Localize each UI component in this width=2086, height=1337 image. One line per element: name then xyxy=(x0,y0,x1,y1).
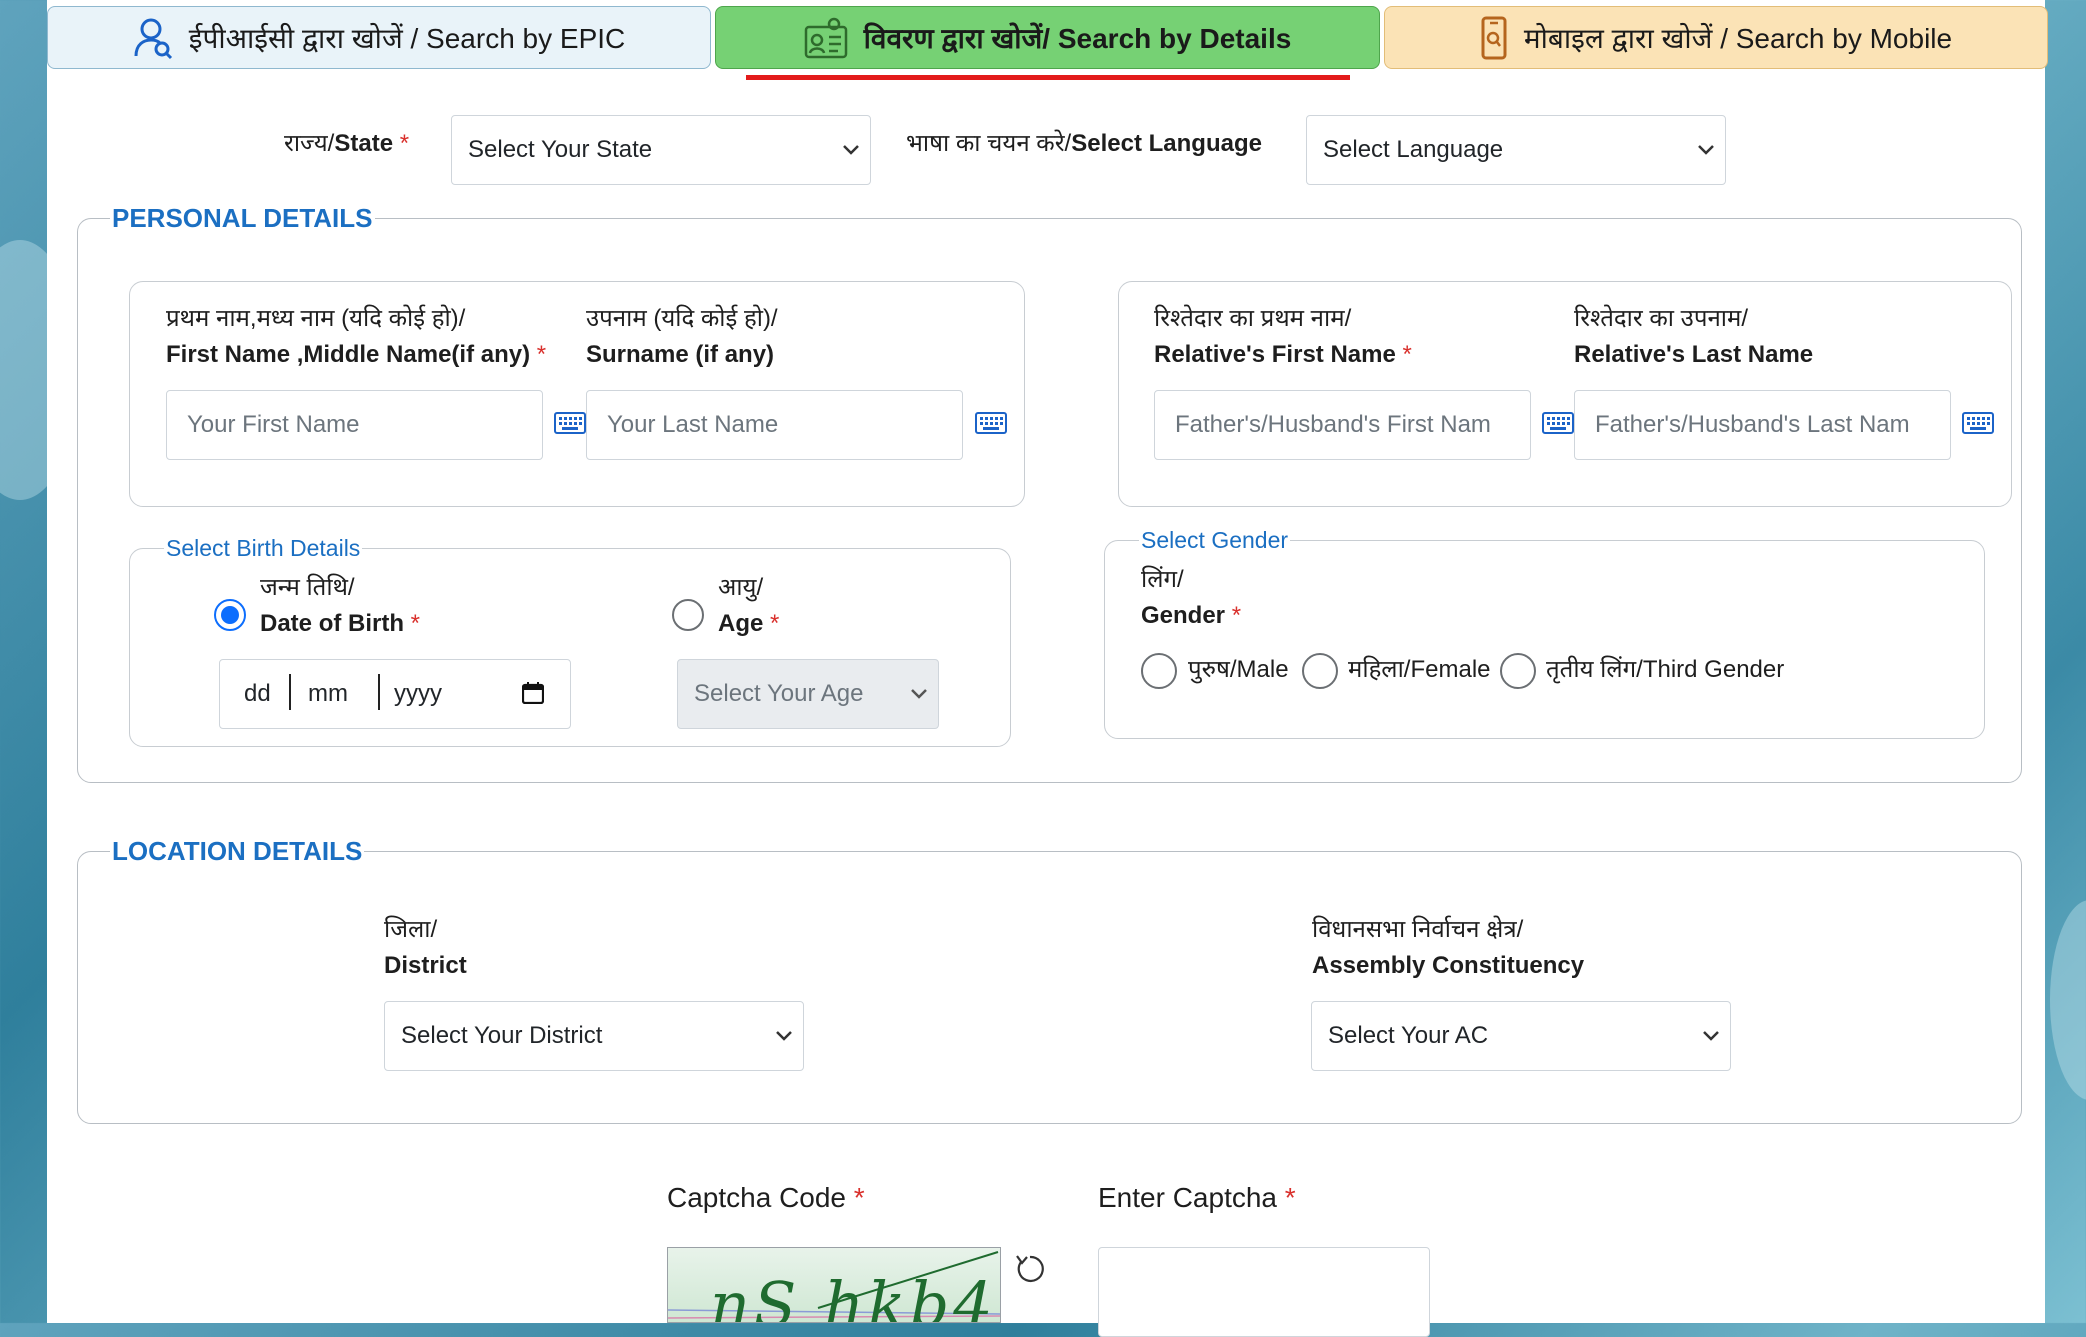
dob-label: जन्म तिथि/Date of Birth * xyxy=(260,574,421,637)
gender-third-radio[interactable] xyxy=(1500,653,1536,689)
state-label: राज्य/State * xyxy=(284,130,410,157)
gender-male-radio[interactable] xyxy=(1141,653,1177,689)
gender-third-label: तृतीय लिंग/Third Gender xyxy=(1546,656,1785,683)
background-decoration xyxy=(2050,900,2086,1100)
relative-first-name-label: रिश्तेदार का प्रथम नाम/Relative's First … xyxy=(1154,305,1412,368)
user-search-icon xyxy=(134,18,172,59)
surname-placeholder: Your Last Name xyxy=(607,411,779,438)
birth-details-legend: Select Birth Details xyxy=(166,535,361,561)
chevron-down-icon xyxy=(776,1031,792,1041)
captcha-image: nS hkb4 xyxy=(667,1247,1001,1323)
first-name-input[interactable]: Your First Name xyxy=(166,390,543,460)
chevron-down-icon xyxy=(843,145,859,155)
chevron-down-icon xyxy=(1703,1031,1719,1041)
assembly-constituency-select-value: Select Your AC xyxy=(1328,1022,1489,1049)
dob-radio[interactable] xyxy=(214,599,246,631)
keyboard-icon[interactable] xyxy=(554,412,586,434)
location-details-section: LOCATION DETAILS xyxy=(77,836,2022,1124)
calendar-icon[interactable] xyxy=(522,682,544,704)
date-separator xyxy=(378,674,380,710)
keyboard-icon[interactable] xyxy=(1542,412,1574,434)
gender-male-label: पुरुष/Male xyxy=(1188,656,1289,683)
tab-search-by-mobile[interactable]: मोबाइल द्वारा खोजें / Search by Mobile xyxy=(1384,6,2048,69)
enter-captcha-label: Enter Captcha * xyxy=(1098,1182,1296,1213)
tab-search-by-epic[interactable]: ईपीआईसी द्वारा खोजें / Search by EPIC xyxy=(47,6,711,69)
district-select-value: Select Your District xyxy=(401,1022,603,1049)
keyboard-icon[interactable] xyxy=(975,412,1007,434)
gender-female-radio[interactable] xyxy=(1302,653,1338,689)
language-label: भाषा का चयन करे/Select Language xyxy=(906,130,1262,157)
gender-female-label: महिला/Female xyxy=(1348,656,1491,683)
assembly-constituency-label: विधानसभा निर्वाचन क्षेत्र/Assembly Const… xyxy=(1312,916,1585,979)
dob-year: yyyy xyxy=(394,680,442,707)
dob-month: mm xyxy=(308,680,348,707)
state-select[interactable]: Select Your State xyxy=(451,115,871,185)
captcha-input[interactable] xyxy=(1098,1247,1430,1337)
keyboard-icon[interactable] xyxy=(1962,412,1994,434)
captcha-code-label: Captcha Code * xyxy=(667,1182,865,1213)
surname-label: उपनाम (यदि कोई हो)/Surname (if any) xyxy=(586,305,778,368)
chevron-down-icon xyxy=(911,689,927,699)
dob-day: dd xyxy=(244,680,271,707)
chevron-down-icon xyxy=(1698,145,1714,155)
relative-first-name-placeholder: Father's/Husband's First Nam xyxy=(1175,411,1491,438)
relative-last-name-placeholder: Father's/Husband's Last Nam xyxy=(1595,411,1910,438)
language-select[interactable]: Select Language xyxy=(1306,115,1726,185)
relative-last-name-label: रिश्तेदार का उपनाम/Relative's Last Name xyxy=(1574,305,1814,368)
active-tab-indicator xyxy=(746,75,1350,80)
location-details-legend: LOCATION DETAILS xyxy=(112,836,363,866)
relative-last-name-input[interactable]: Father's/Husband's Last Nam xyxy=(1574,390,1951,460)
age-select[interactable]: Select Your Age xyxy=(677,659,939,729)
id-card-icon xyxy=(804,17,847,58)
date-separator xyxy=(289,674,291,710)
assembly-constituency-select[interactable]: Select Your AC xyxy=(1311,1001,1731,1071)
district-select[interactable]: Select Your District xyxy=(384,1001,804,1071)
tab-search-by-details[interactable]: विवरण द्वारा खोजें/ Search by Details xyxy=(715,6,1380,69)
first-name-label: प्रथम नाम,मध्य नाम (यदि कोई हो)/First Na… xyxy=(166,305,547,368)
age-label: आयु/Age * xyxy=(718,574,780,637)
gender-label: लिंग/Gender * xyxy=(1141,566,1242,629)
tab-label: ईपीआईसी द्वारा खोजें / Search by EPIC xyxy=(188,22,626,54)
captcha-text: nS hkb4 xyxy=(710,1268,997,1323)
first-name-placeholder: Your First Name xyxy=(187,411,360,438)
relative-first-name-input[interactable]: Father's/Husband's First Nam xyxy=(1154,390,1531,460)
age-select-value: Select Your Age xyxy=(694,680,864,707)
surname-input[interactable]: Your Last Name xyxy=(586,390,963,460)
gender-legend: Select Gender xyxy=(1141,527,1289,553)
mobile-phone-icon xyxy=(1481,16,1507,59)
tab-label: मोबाइल द्वारा खोजें / Search by Mobile xyxy=(1523,22,1953,54)
state-select-value: Select Your State xyxy=(468,136,653,163)
personal-details-legend: PERSONAL DETAILS xyxy=(112,203,373,233)
refresh-icon[interactable] xyxy=(1013,1252,1047,1286)
district-label: जिला/District xyxy=(384,916,467,979)
dob-input[interactable]: dd mm yyyy xyxy=(219,659,571,729)
age-radio[interactable] xyxy=(672,599,704,631)
language-select-value: Select Language xyxy=(1323,136,1504,163)
tab-label: विवरण द्वारा खोजें/ Search by Details xyxy=(863,22,1292,54)
